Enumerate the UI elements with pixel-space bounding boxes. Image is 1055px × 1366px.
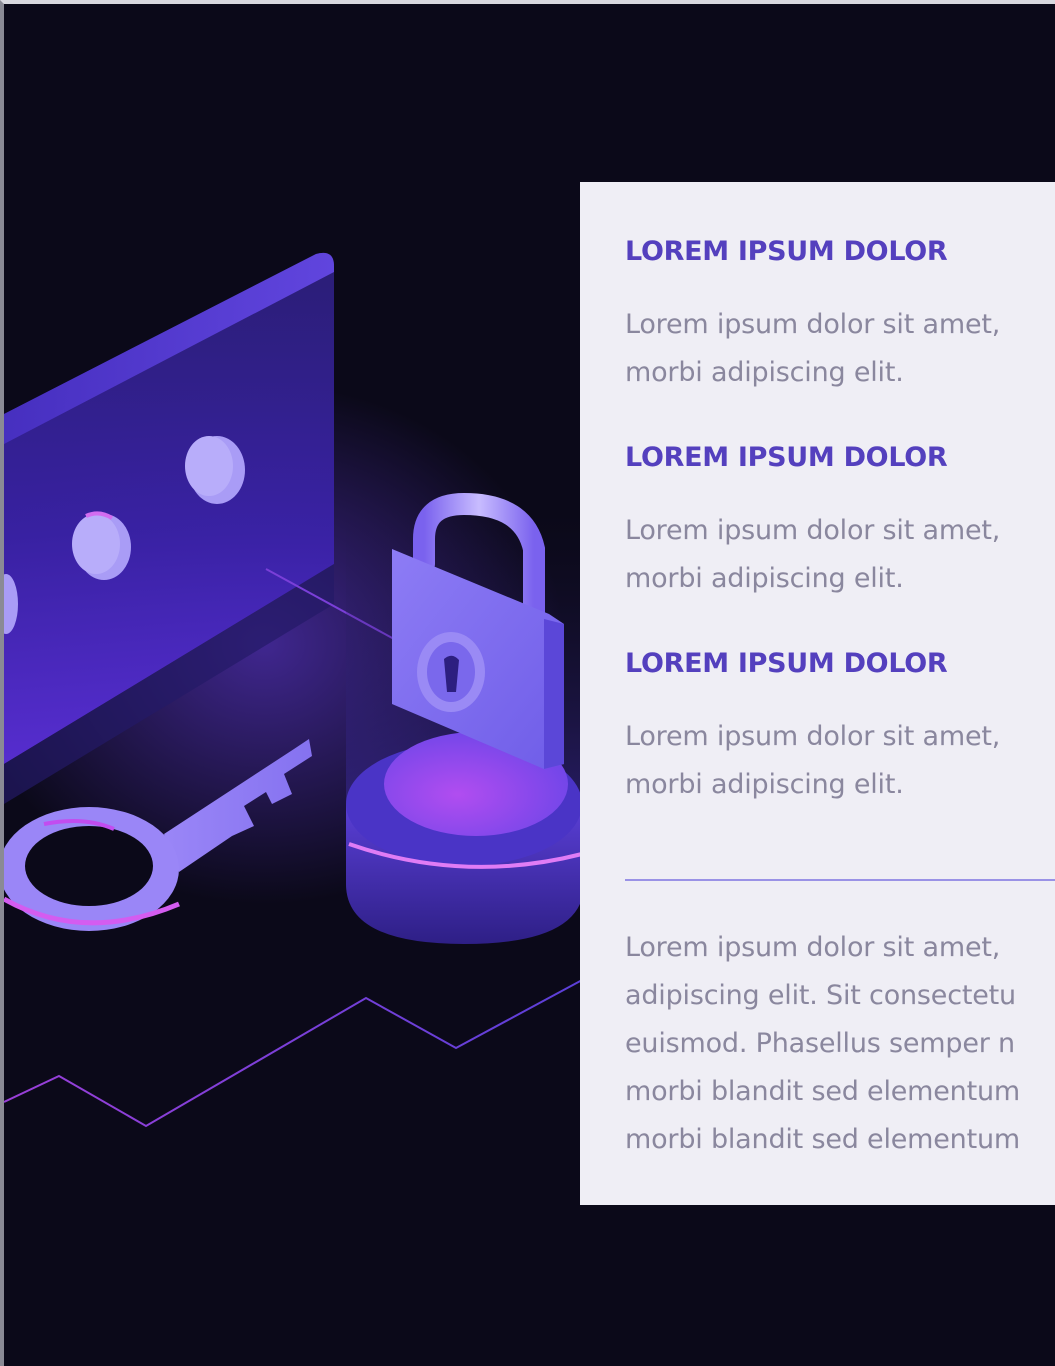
feature-list: LOREM IPSUM DOLOR Lorem ipsum dolor sit … xyxy=(625,232,1055,850)
page-frame: LOREM IPSUM DOLOR Lorem ipsum dolor sit … xyxy=(0,0,1055,1366)
feature-description-line: Lorem ipsum dolor sit amet, xyxy=(625,515,1001,546)
divider xyxy=(625,879,1055,881)
feature-description: Lorem ipsum dolor sit amet, morbi adipisc… xyxy=(625,301,1055,397)
feature-heading: LOREM IPSUM DOLOR xyxy=(625,648,948,679)
feature-heading: LOREM IPSUM DOLOR xyxy=(625,236,948,267)
feature-description: Lorem ipsum dolor sit amet, morbi adipisc… xyxy=(625,507,1055,603)
feature-item: LOREM IPSUM DOLOR Lorem ipsum dolor sit … xyxy=(625,644,1055,850)
feature-item: LOREM IPSUM DOLOR Lorem ipsum dolor sit … xyxy=(625,232,1055,438)
info-card: LOREM IPSUM DOLOR Lorem ipsum dolor sit … xyxy=(580,182,1055,1205)
feature-heading: LOREM IPSUM DOLOR xyxy=(625,442,948,473)
summary-paragraph: Lorem ipsum dolor sit amet, adipiscing e… xyxy=(625,932,1020,1155)
feature-description-line: Lorem ipsum dolor sit amet, xyxy=(625,309,1001,340)
feature-description-line: morbi adipiscing elit. xyxy=(625,563,904,594)
feature-description-line: morbi adipiscing elit. xyxy=(625,357,904,388)
feature-description-line: morbi adipiscing elit. xyxy=(625,769,904,800)
feature-item: LOREM IPSUM DOLOR Lorem ipsum dolor sit … xyxy=(625,438,1055,644)
feature-description: Lorem ipsum dolor sit amet, morbi adipisc… xyxy=(625,713,1055,809)
feature-description-line: Lorem ipsum dolor sit amet, xyxy=(625,721,1001,752)
